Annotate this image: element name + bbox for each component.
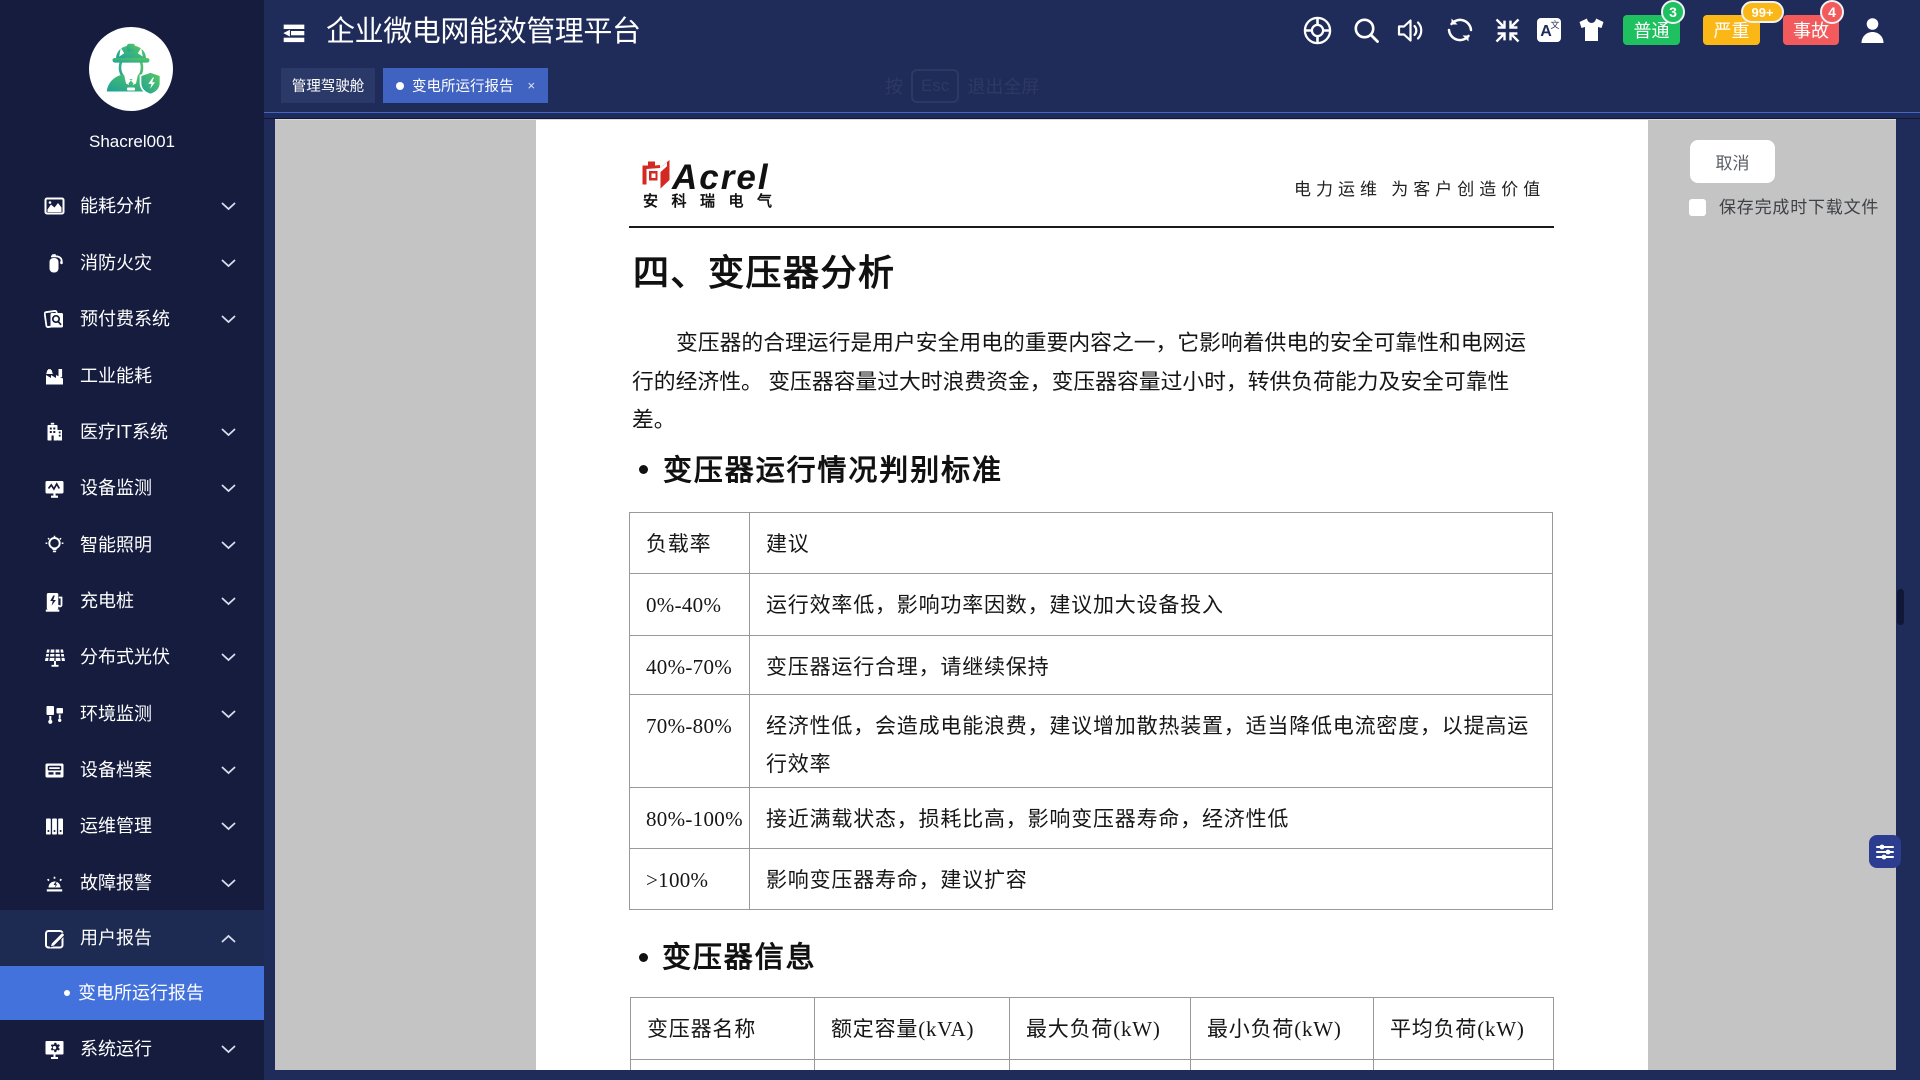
svg-text:文: 文 [1550, 19, 1559, 30]
